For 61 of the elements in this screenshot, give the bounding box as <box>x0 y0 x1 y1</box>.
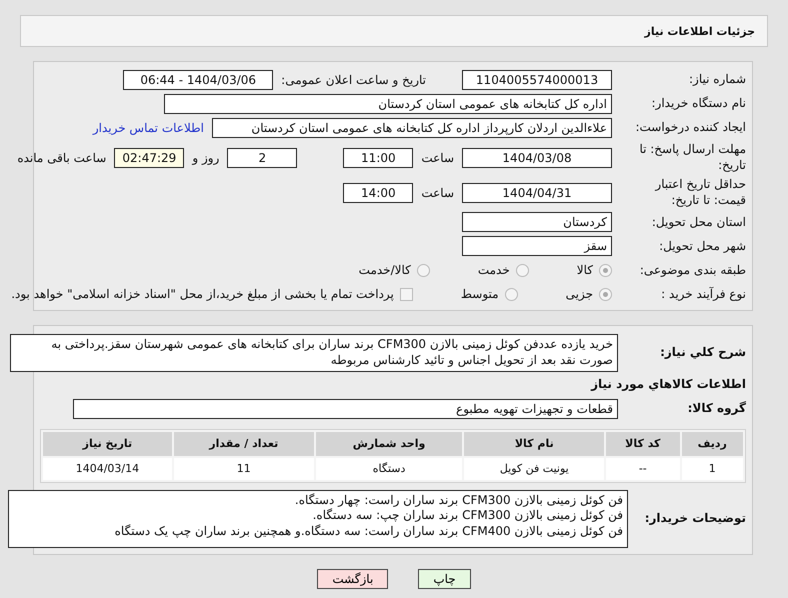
field-label: نام دستگاه خریدار: <box>650 96 746 112</box>
radio-button[interactable] <box>516 264 529 277</box>
field-label: توضیحات خریدار: <box>644 510 746 526</box>
field-label: استان محل تحویل: <box>650 214 746 230</box>
payment-option[interactable]: پرداخت تمام یا بخشی از مبلغ خرید،از محل "اسناد خزانه اسلامی" خواهد بود. <box>11 287 413 302</box>
column-header: تعداد / مقدار <box>174 432 314 456</box>
radio-button[interactable] <box>416 264 430 277</box>
radio-option[interactable]: کالا <box>576 263 612 278</box>
back-button[interactable]: بازگشت <box>317 568 388 589</box>
need-number-field: 1104005574000013 <box>462 70 612 90</box>
column-header: واحد شمارش <box>316 432 462 456</box>
field-label: ساعت <box>421 150 454 165</box>
days-field: 2 <box>227 148 298 168</box>
description-text: خرید یازده عددفن کوئل زمینی بالازن CFM300 برند ساران برای کتابخانه های عمومی شهرستان سقز.پرداختی به صورت نقد بعد از تحویل اجناس و تائید کارشناس مربوطه <box>10 334 618 372</box>
radio-option[interactable]: متوسط <box>460 287 518 302</box>
field-label: گروه کالا: <box>686 400 746 416</box>
column-header: نام کالا <box>464 432 604 456</box>
field-label: نوع فرآیند خرید : <box>660 286 746 302</box>
buyer-org-field: اداره کل کتابخانه های عمومی استان کردستان <box>164 94 612 114</box>
deadline-date-field: 1404/03/08 <box>462 148 612 168</box>
table-cell: یونیت فن کویل <box>464 458 604 480</box>
radio-button[interactable] <box>599 288 612 301</box>
field-label: ساعت باقی مانده <box>17 150 106 165</box>
city-field: سقز <box>462 236 612 256</box>
radio-option[interactable]: جزیی <box>566 287 612 302</box>
buyer-contact-link[interactable]: اطلاعات تماس خریدار <box>92 121 204 135</box>
remaining-time-field: 02:47:29 <box>114 148 184 168</box>
table-cell: 1 <box>682 458 743 480</box>
radio-option[interactable]: کالا/خدمت <box>358 263 430 278</box>
field-label: شماره نیاز: <box>688 72 746 88</box>
radio-button[interactable] <box>504 288 518 301</box>
validity-time-field: 14:00 <box>343 182 414 203</box>
table-cell: 11 <box>174 458 314 480</box>
field-label: حداقل تاریخ اعتبار قیمت: تا تاریخ: <box>654 177 746 208</box>
province-field: کردستان <box>462 212 612 232</box>
column-header: تاریخ نیاز <box>43 432 172 456</box>
page-title: جزئیات اطلاعات نیاز <box>644 24 755 38</box>
announce-date-field: 1404/03/06 - 06:44 <box>123 70 274 90</box>
requester-field: علاءالدین اردلان کارپرداز اداره کل کتابخانه های عمومی استان کردستان <box>212 118 612 138</box>
column-header: ردیف <box>682 432 743 456</box>
buyer-notes-text: فن کوئل زمینی بالازن CFM300 برند ساران راست: چهار دستگاه. فن کوئل زمینی بالازن CFM300 برند ساران چپ: سه دستگاه. فن کوئل زمینی بالازن CFM400 برند ساران راست: سه دستگاه.و همچنین برند ساران چپ یک دستگاه <box>8 490 628 548</box>
print-button[interactable]: چاپ <box>418 568 471 589</box>
radio-option[interactable]: خدمت <box>478 263 529 278</box>
table-cell: -- <box>606 458 680 480</box>
section-title: اطلاعات کالاهاي مورد نياز <box>590 376 746 393</box>
goods-group-field: قطعات و تجهیزات تهویه مطبوع <box>73 398 618 419</box>
field-label: تاریخ و ساعت اعلان عمومی: <box>281 73 426 87</box>
table-cell: دستگاه <box>316 458 462 480</box>
field-label: ایجاد کننده درخواست: <box>634 120 746 136</box>
table-cell: 1404/03/14 <box>43 458 172 480</box>
field-label: شرح کلي نياز: <box>659 345 746 361</box>
column-header: کد کالا <box>606 432 680 456</box>
validity-date-field: 1404/04/31 <box>462 182 612 203</box>
field-label: طبقه بندی موضوعی: <box>638 262 746 278</box>
checkbox[interactable] <box>400 288 413 301</box>
field-label: شهر محل تحویل: <box>658 238 746 254</box>
field-label: مهلت ارسال پاسخ: تا تاریخ: <box>638 142 746 174</box>
field-label: روز و <box>192 150 220 165</box>
radio-button[interactable] <box>599 264 612 277</box>
field-label: ساعت <box>421 186 454 200</box>
deadline-time-field: 11:00 <box>343 148 414 168</box>
